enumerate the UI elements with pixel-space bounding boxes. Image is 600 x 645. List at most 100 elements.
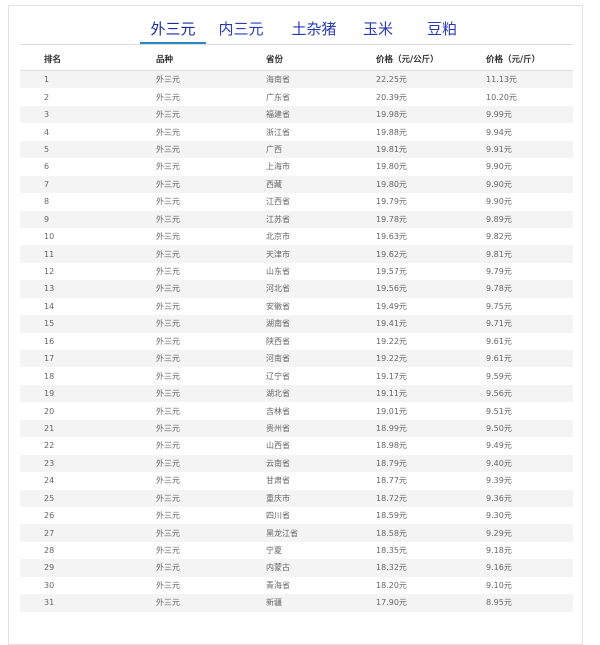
tab-wai-san-yuan[interactable]: 外三元 — [140, 16, 206, 44]
table-row: 22 外三元 山西省 18.98元 9.49元 — [20, 437, 573, 455]
price-per-jin-cell: 9.36元 — [486, 489, 573, 507]
tab-tu-za-zhu[interactable]: 土杂猪 — [278, 16, 350, 44]
rank-cell: 28 — [20, 541, 156, 560]
price-per-kg-cell: 19.49元 — [376, 297, 486, 316]
province-cell: 云南省 — [266, 454, 376, 473]
price-per-jin-cell: 9.99元 — [486, 105, 573, 124]
breed-cell: 外三元 — [156, 158, 266, 176]
price-per-jin-cell: 9.10元 — [486, 576, 573, 595]
province-cell: 内蒙古 — [266, 559, 376, 577]
price-per-kg-cell: 18.79元 — [376, 454, 486, 473]
table-row: 5 外三元 广西 19.81元 9.91元 — [20, 140, 573, 159]
tab-yu-mi[interactable]: 玉米 — [356, 16, 400, 44]
price-per-kg-cell: 18.72元 — [376, 489, 486, 507]
price-per-jin-cell: 9.91元 — [486, 140, 573, 159]
province-cell: 陕西省 — [266, 332, 376, 350]
province-cell: 江西省 — [266, 193, 376, 211]
province-cell: 江苏省 — [266, 210, 376, 228]
price-per-jin-cell: 9.61元 — [486, 350, 573, 368]
rank-cell: 15 — [20, 315, 156, 333]
breed-cell: 外三元 — [156, 524, 266, 542]
table-row: 29 外三元 内蒙古 18.32元 9.16元 — [20, 559, 573, 577]
rank-cell: 14 — [20, 297, 156, 316]
price-per-jin-cell: 9.79元 — [486, 262, 573, 281]
header-price-per-kg: 价格（元/公斤） — [376, 48, 486, 71]
breed-cell: 外三元 — [156, 541, 266, 560]
price-per-kg-cell: 18.99元 — [376, 419, 486, 438]
breed-cell: 外三元 — [156, 402, 266, 420]
price-per-kg-cell: 19.78元 — [376, 210, 486, 228]
rank-cell: 8 — [20, 193, 156, 211]
table-header-row: 排名 品种 省份 价格（元/公斤） 价格（元/斤） — [20, 48, 573, 71]
breed-cell: 外三元 — [156, 594, 266, 612]
province-cell: 湖南省 — [266, 315, 376, 333]
table-row: 3 外三元 福建省 19.98元 9.99元 — [20, 105, 573, 124]
price-per-kg-cell: 19.80元 — [376, 175, 486, 194]
table-row: 31 外三元 新疆 17.90元 8.95元 — [20, 594, 573, 612]
rank-cell: 21 — [20, 419, 156, 438]
table-row: 7 外三元 西藏 19.80元 9.90元 — [20, 175, 573, 194]
price-per-kg-cell: 18.32元 — [376, 559, 486, 577]
table-row: 20 外三元 吉林省 19.01元 9.51元 — [20, 402, 573, 420]
rank-cell: 1 — [20, 70, 156, 89]
price-per-kg-cell: 19.22元 — [376, 332, 486, 350]
province-cell: 重庆市 — [266, 489, 376, 507]
table-row: 21 外三元 贵州省 18.99元 9.50元 — [20, 419, 573, 438]
price-per-jin-cell: 10.20元 — [486, 88, 573, 106]
price-per-jin-cell: 9.81元 — [486, 245, 573, 263]
breed-cell: 外三元 — [156, 140, 266, 159]
price-per-jin-cell: 9.16元 — [486, 559, 573, 577]
price-per-jin-cell: 9.50元 — [486, 419, 573, 438]
price-per-kg-cell: 19.63元 — [376, 227, 486, 246]
tab-dou-po[interactable]: 豆粕 — [420, 16, 464, 44]
price-per-jin-cell: 9.71元 — [486, 315, 573, 333]
breed-cell: 外三元 — [156, 193, 266, 211]
province-cell: 湖北省 — [266, 384, 376, 403]
breed-cell: 外三元 — [156, 88, 266, 106]
price-per-kg-cell: 17.90元 — [376, 594, 486, 612]
table-row: 4 外三元 浙江省 19.88元 9.94元 — [20, 123, 573, 141]
price-per-kg-cell: 22.25元 — [376, 70, 486, 89]
price-per-jin-cell: 9.90元 — [486, 158, 573, 176]
breed-cell: 外三元 — [156, 315, 266, 333]
price-per-kg-cell: 20.39元 — [376, 88, 486, 106]
rank-cell: 18 — [20, 367, 156, 385]
rank-cell: 23 — [20, 454, 156, 473]
rank-cell: 2 — [20, 88, 156, 106]
price-per-kg-cell: 19.81元 — [376, 140, 486, 159]
breed-cell: 外三元 — [156, 472, 266, 490]
price-per-jin-cell: 9.94元 — [486, 123, 573, 141]
price-per-kg-cell: 19.22元 — [376, 350, 486, 368]
table-row: 2 外三元 广东省 20.39元 10.20元 — [20, 88, 573, 106]
table-row: 17 外三元 河南省 19.22元 9.61元 — [20, 350, 573, 368]
table-row: 27 外三元 黑龙江省 18.58元 9.29元 — [20, 524, 573, 542]
price-per-kg-cell: 19.79元 — [376, 193, 486, 211]
table-row: 23 外三元 云南省 18.79元 9.40元 — [20, 454, 573, 473]
price-per-jin-cell: 9.75元 — [486, 297, 573, 316]
price-per-jin-cell: 9.90元 — [486, 193, 573, 211]
breed-cell: 外三元 — [156, 175, 266, 194]
breed-cell: 外三元 — [156, 332, 266, 350]
header-rank: 排名 — [20, 48, 156, 71]
price-per-jin-cell: 9.30元 — [486, 506, 573, 525]
province-cell: 甘肃省 — [266, 472, 376, 490]
rank-cell: 30 — [20, 576, 156, 595]
price-per-kg-cell: 18.58元 — [376, 524, 486, 542]
table-row: 8 外三元 江西省 19.79元 9.90元 — [20, 193, 573, 211]
province-cell: 浙江省 — [266, 123, 376, 141]
price-per-kg-cell: 19.41元 — [376, 315, 486, 333]
table-row: 25 外三元 重庆市 18.72元 9.36元 — [20, 489, 573, 507]
province-cell: 新疆 — [266, 594, 376, 612]
price-per-kg-cell: 19.57元 — [376, 262, 486, 281]
breed-cell: 外三元 — [156, 454, 266, 473]
breed-cell: 外三元 — [156, 384, 266, 403]
table-row: 24 外三元 甘肃省 18.77元 9.39元 — [20, 472, 573, 490]
price-per-kg-cell: 19.62元 — [376, 245, 486, 263]
price-per-kg-cell: 19.88元 — [376, 123, 486, 141]
tab-nei-san-yuan[interactable]: 内三元 — [212, 16, 270, 44]
table-row: 9 外三元 江苏省 19.78元 9.89元 — [20, 210, 573, 228]
breed-cell: 外三元 — [156, 350, 266, 368]
price-per-kg-cell: 18.35元 — [376, 541, 486, 560]
province-cell: 贵州省 — [266, 419, 376, 438]
table-row: 12 外三元 山东省 19.57元 9.79元 — [20, 262, 573, 281]
